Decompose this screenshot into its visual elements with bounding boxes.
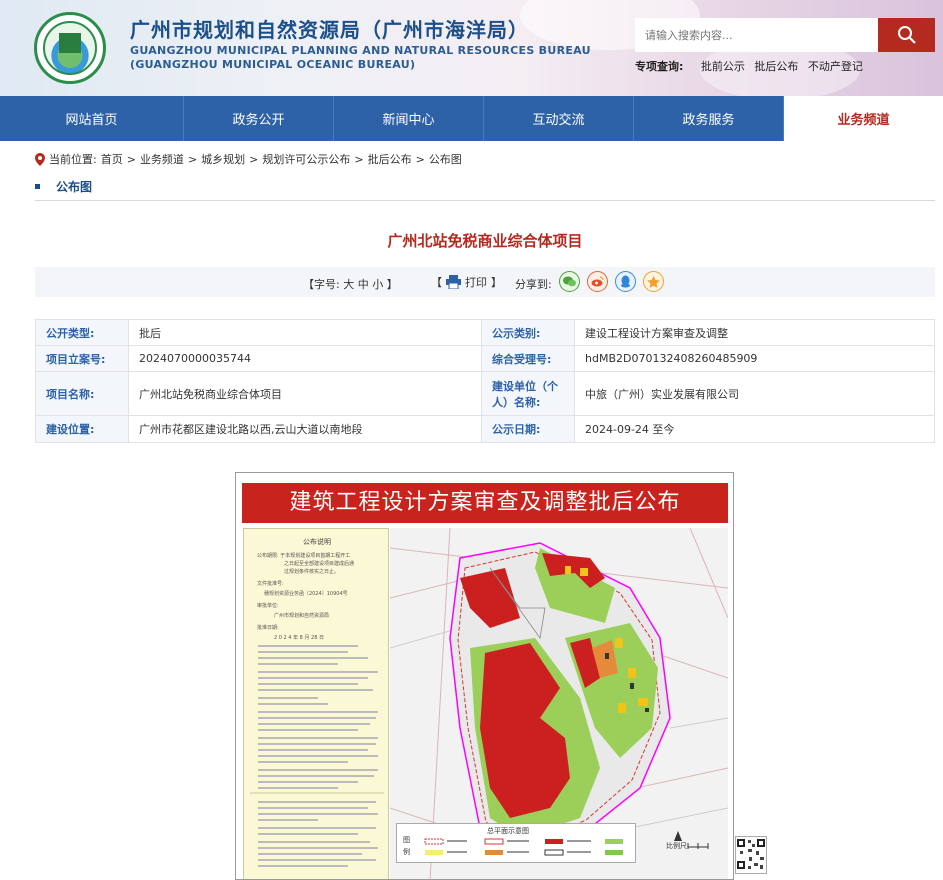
print-bracket-right: 】	[491, 276, 502, 289]
panel-title: 公布说明	[303, 538, 331, 546]
location-pin-icon	[35, 152, 45, 166]
breadcrumb-post[interactable]: 批后公布	[368, 151, 412, 167]
quick-link-property[interactable]: 不动产登记	[808, 60, 863, 73]
divider	[35, 200, 935, 201]
quick-query-label: 专项查询:	[635, 60, 684, 73]
print-label: 打印	[465, 276, 487, 289]
info-row: 项目立案号: 2024070000035744 综合受理号: hdMB2D070…	[35, 345, 935, 372]
section-bullet	[35, 184, 40, 189]
panel-line: 批准日期:	[257, 625, 279, 631]
section-header: 公布图	[35, 178, 92, 195]
quick-link-preapproval[interactable]: 批前公示	[701, 60, 745, 73]
favorite-share-icon[interactable]	[643, 271, 664, 292]
info-value: 建设工程设计方案审查及调整	[574, 319, 935, 346]
breadcrumb-business[interactable]: 业务频道	[140, 151, 184, 167]
info-value: hdMB2D070132408260485909	[574, 345, 935, 372]
section-title: 公布图	[56, 180, 93, 194]
site-title-en-sub: (GUANGZHOU MUNICIPAL OCEANIC BUREAU)	[130, 58, 416, 71]
info-row: 公开类型: 批后 公示类别: 建设工程设计方案审查及调整	[35, 319, 935, 346]
print-bracket-left: 【	[431, 276, 442, 289]
breadcrumb-current[interactable]: 公布图	[429, 151, 462, 167]
info-value: 广州市花都区建设北路以西,云山大道以南地段	[128, 415, 482, 443]
print-button[interactable]: 【 打印 】	[431, 274, 502, 290]
quick-link-postapproval[interactable]: 批后公布	[754, 60, 798, 73]
info-key: 建设单位（个人）名称:	[481, 371, 575, 416]
breadcrumb-sep: >	[354, 152, 364, 166]
nav-home[interactable]: 网站首页	[0, 96, 184, 141]
search-input[interactable]	[635, 18, 878, 52]
legend-title: 总平面示意图	[487, 827, 529, 835]
breadcrumb-permits[interactable]: 规划许可公示公布	[262, 151, 350, 167]
project-info-table: 公开类型: 批后 公示类别: 建设工程设计方案审查及调整 项目立案号: 2024…	[35, 319, 935, 443]
info-key: 建设位置:	[35, 415, 129, 443]
breadcrumb: 当前位置: 首页 > 业务频道 > 城乡规划 > 规划许可公示公布 > 批后公布…	[35, 151, 462, 167]
breadcrumb-sep: >	[415, 152, 425, 166]
notice-image[interactable]: 建筑工程设计方案审查及调整批后公布 公布说明 公布期限: 于本规划建设项目首期工…	[235, 472, 734, 880]
info-value: 2024-09-24 至今	[574, 415, 935, 443]
panel-line: 审批单位:	[257, 603, 279, 609]
wechat-share-icon[interactable]	[559, 271, 580, 292]
info-value: 中旅（广州）实业发展有限公司	[574, 371, 935, 416]
weibo-share-icon[interactable]	[587, 271, 608, 292]
qq-share-icon[interactable]	[615, 271, 636, 292]
panel-line: 之日起至全部建设项目建成后通	[284, 561, 355, 567]
panel-line: 文件批准号:	[257, 581, 284, 587]
breadcrumb-sep: >	[187, 152, 198, 166]
search-box	[635, 18, 935, 52]
site-title-cn: 广州市规划和自然资源局（广州市海洋局）	[130, 18, 529, 42]
breadcrumb-sep: >	[126, 152, 136, 166]
article-title: 广州北站免税商业综合体项目	[387, 232, 583, 250]
search-icon	[897, 26, 916, 44]
nav-services[interactable]: 政务服务	[634, 96, 784, 141]
page: { "header": { "title_cn": "广州市规划和自然资源局（广…	[0, 0, 943, 880]
bureau-logo[interactable]	[34, 12, 106, 84]
quick-query: 专项查询: 批前公示 批后公布 不动产登记	[635, 58, 869, 74]
breadcrumb-planning[interactable]: 城乡规划	[201, 151, 245, 167]
search-button[interactable]	[878, 18, 935, 52]
info-value: 广州北站免税商业综合体项目	[128, 371, 482, 416]
panel-line: 过规划条件核实之日止。	[284, 569, 340, 575]
legend-side-label: 图例	[403, 836, 410, 856]
nav-interaction[interactable]: 互动交流	[484, 96, 634, 141]
site-header: 广州市规划和自然资源局（广州市海洋局） GUANGZHOU MUNICIPAL …	[0, 0, 943, 96]
panel-fine-print	[250, 645, 384, 867]
panel-line: 公布期限: 于本规划建设项目首期工程开工	[257, 553, 351, 559]
breadcrumb-sep: >	[249, 152, 259, 166]
printer-icon	[446, 275, 461, 289]
panel-line: 穗规划资源业务函〔2024〕10904号	[264, 591, 348, 597]
site-title-en: GUANGZHOU MUNICIPAL PLANNING AND NATURAL…	[130, 44, 591, 57]
qr-code[interactable]	[735, 836, 767, 874]
info-key: 综合受理号:	[481, 345, 575, 372]
north-arrow-scale	[674, 831, 709, 849]
info-key: 公示类别:	[481, 319, 575, 346]
info-key: 公示日期:	[481, 415, 575, 443]
notice-info-panel: 公布说明 公布期限: 于本规划建设项目首期工程开工 之日起至全部建设项目建成后通…	[243, 528, 389, 879]
qr-code-icon	[737, 839, 765, 869]
article-toolbar: 【字号: 大 中 小 】 【 打印 】 分享到:	[35, 267, 935, 297]
notice-banner: 建筑工程设计方案审查及调整批后公布	[242, 483, 728, 523]
panel-line: 广州市规划和自然资源局	[274, 613, 330, 619]
info-key: 项目名称:	[35, 371, 129, 416]
font-size-control[interactable]: 【字号: 大 中 小 】	[303, 276, 398, 292]
main-nav: 网站首页 政务公开 新闻中心 互动交流 政务服务 业务频道	[0, 96, 943, 141]
breadcrumb-home[interactable]: 首页	[101, 151, 123, 167]
info-row: 项目名称: 广州北站免税商业综合体项目 建设单位（个人）名称: 中旅（广州）实业…	[35, 371, 935, 416]
legend-swatches	[424, 838, 623, 856]
info-row: 建设位置: 广州市花都区建设北路以西,云山大道以南地段 公示日期: 2024-0…	[35, 415, 935, 443]
info-key: 项目立案号:	[35, 345, 129, 372]
info-value: 2024070000035744	[128, 345, 482, 372]
info-value: 批后	[128, 319, 482, 346]
nav-business[interactable]: 业务频道	[784, 96, 943, 141]
info-key: 公开类型:	[35, 319, 129, 346]
share-label: 分享到:	[515, 278, 552, 291]
nav-gov-open[interactable]: 政务公开	[184, 96, 334, 141]
map-legend: 总平面示意图 图例	[396, 823, 636, 863]
nav-news[interactable]: 新闻中心	[334, 96, 484, 141]
breadcrumb-label: 当前位置:	[49, 153, 97, 166]
